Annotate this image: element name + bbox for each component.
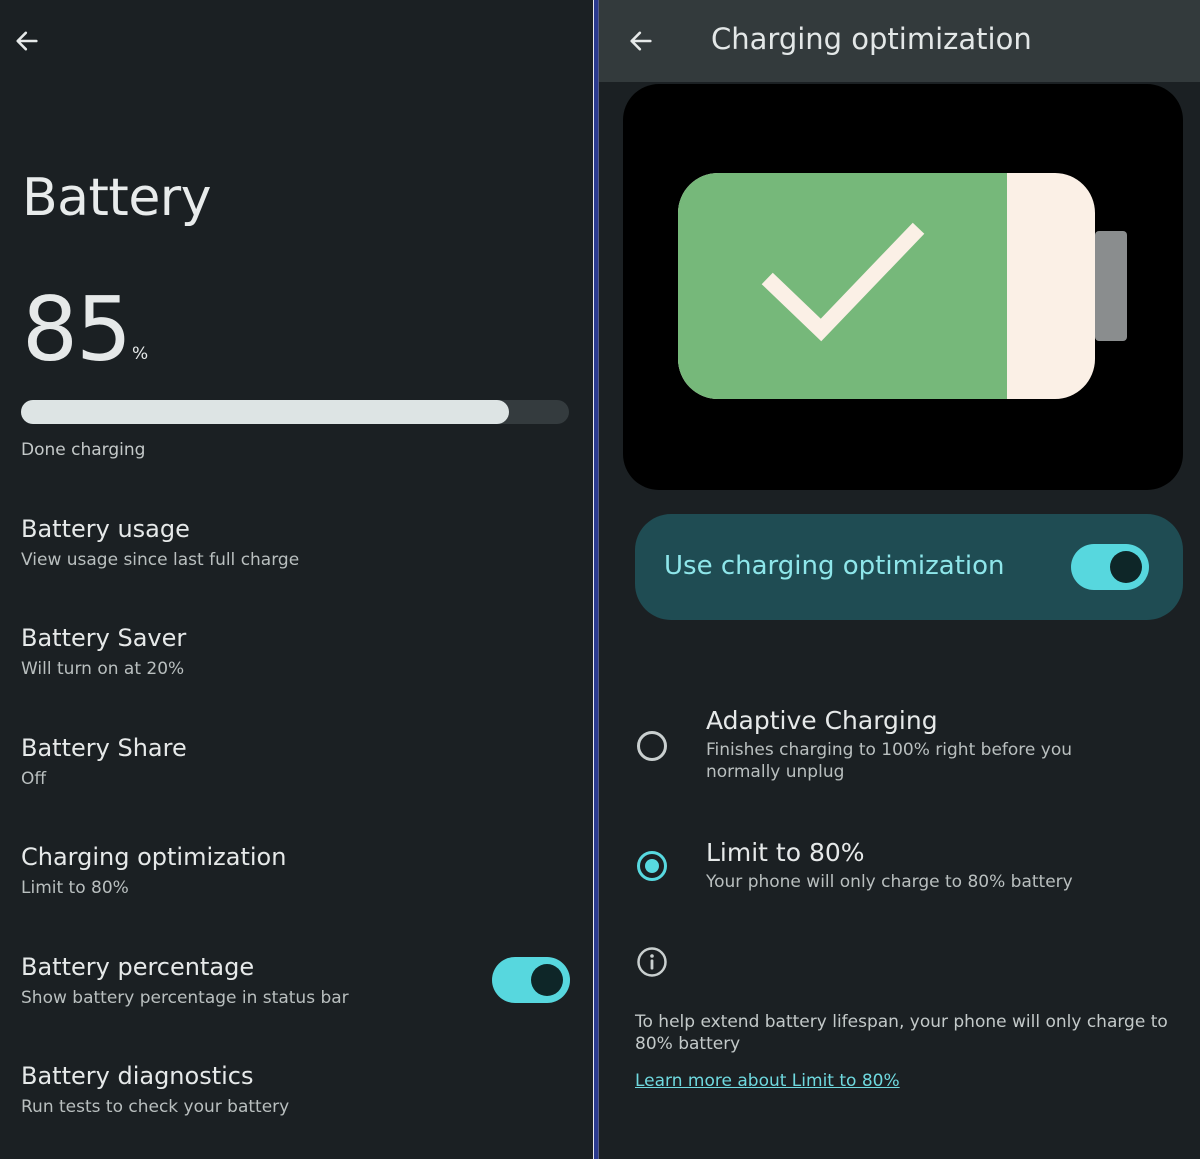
setting-subtitle: Run tests to check your battery <box>21 1097 290 1117</box>
setting-subtitle: View usage since last full charge <box>21 550 300 570</box>
option-subtitle: Your phone will only charge to 80% batte… <box>706 872 1073 892</box>
setting-battery-diagnostics[interactable]: Battery diagnostics Run tests to check y… <box>21 1061 581 1141</box>
toggle-knob <box>531 964 563 996</box>
info-description: To help extend battery lifespan, your ph… <box>635 1012 1168 1054</box>
back-button[interactable] <box>10 24 44 58</box>
option-title: Adaptive Charging <box>706 706 938 735</box>
battery-percentage-toggle[interactable] <box>492 957 570 1003</box>
percent-sign: % <box>131 344 149 364</box>
battery-level-value: 85 <box>22 278 132 381</box>
setting-subtitle: Will turn on at 20% <box>21 659 185 679</box>
page-title: Charging optimization <box>711 22 1032 56</box>
setting-title: Battery percentage <box>21 953 255 981</box>
use-charging-optimization-card[interactable]: Use charging optimization <box>635 514 1183 620</box>
option-title: Limit to 80% <box>706 838 865 867</box>
battery-check-icon <box>678 173 1127 399</box>
arrow-back-icon <box>16 31 38 51</box>
use-charging-optimization-label: Use charging optimization <box>664 551 1005 581</box>
battery-level-fill <box>21 400 509 424</box>
setting-subtitle: Off <box>21 769 47 789</box>
toggle-knob <box>1110 551 1142 583</box>
use-charging-optimization-toggle[interactable] <box>1071 544 1149 590</box>
limit-to-80-radio[interactable] <box>637 851 667 881</box>
adaptive-charging-radio[interactable] <box>637 731 667 761</box>
battery-screen: Battery 85 % Done charging Battery usage… <box>0 0 593 1159</box>
setting-subtitle: Show battery percentage in status bar <box>21 988 349 1008</box>
setting-battery-percentage[interactable]: Battery percentage Show battery percenta… <box>21 952 461 1032</box>
setting-title: Battery diagnostics <box>21 1062 254 1090</box>
setting-subtitle: Limit to 80% <box>21 878 129 898</box>
option-limit-to-80[interactable]: Limit to 80% Your phone will only charge… <box>635 837 1183 907</box>
setting-title: Battery usage <box>21 515 190 543</box>
option-adaptive-charging[interactable]: Adaptive Charging Finishes charging to 1… <box>635 705 1183 795</box>
setting-title: Charging optimization <box>21 843 287 871</box>
charging-status: Done charging <box>21 440 146 460</box>
setting-battery-usage[interactable]: Battery usage View usage since last full… <box>21 514 581 594</box>
page-title: Battery <box>22 168 211 228</box>
option-subtitle: Finishes charging to 100% right before y… <box>706 740 1072 782</box>
back-button[interactable] <box>624 24 658 58</box>
battery-percentage-readout: 85 % <box>22 282 148 378</box>
setting-battery-share[interactable]: Battery Share Off <box>21 733 581 813</box>
setting-title: Battery Saver <box>21 624 187 652</box>
setting-battery-saver[interactable]: Battery Saver Will turn on at 20% <box>21 623 581 703</box>
battery-illustration <box>623 84 1183 490</box>
arrow-back-icon <box>630 31 652 51</box>
top-app-bar: Charging optimization <box>599 0 1200 82</box>
learn-more-link[interactable]: Learn more about Limit to 80% <box>635 1071 900 1091</box>
setting-charging-optimization[interactable]: Charging optimization Limit to 80% <box>21 842 581 922</box>
battery-level-bar <box>21 400 569 424</box>
charging-optimization-screen: Charging optimization Use charging optim… <box>599 0 1200 1159</box>
setting-title: Battery Share <box>21 734 187 762</box>
info-icon <box>637 947 667 977</box>
